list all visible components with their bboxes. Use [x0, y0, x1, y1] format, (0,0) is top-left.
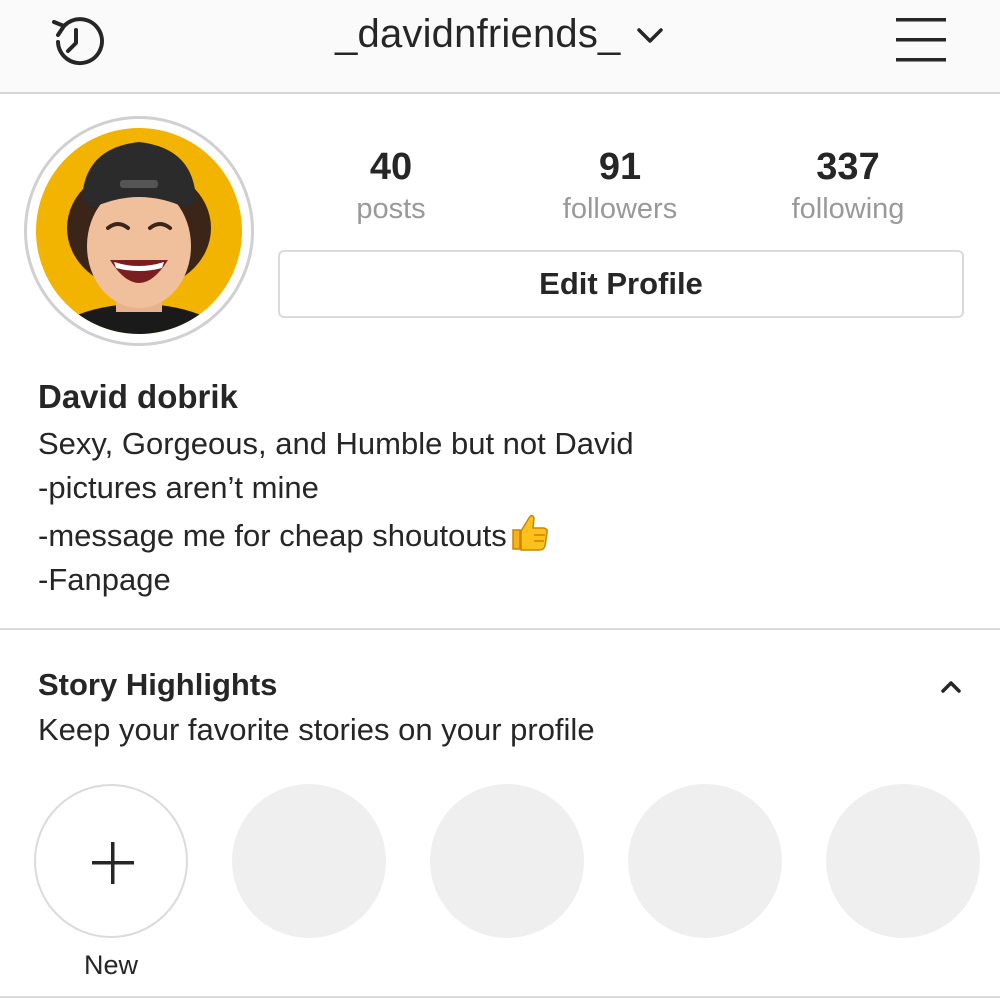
stat-following[interactable]: 337 following	[748, 142, 948, 226]
highlight-placeholder	[826, 784, 980, 938]
following-label: following	[791, 193, 905, 225]
bio-line-4: -Fanpage	[38, 562, 171, 597]
bio-line-3-text: -message me for cheap shoutouts	[38, 518, 507, 553]
posts-count: 40	[369, 146, 413, 188]
avatar[interactable]	[36, 128, 242, 334]
edit-profile-button[interactable]: Edit Profile	[278, 250, 964, 318]
new-highlight-label: New	[83, 950, 138, 980]
highlight-placeholder	[430, 784, 584, 938]
bio-line-3: -message me for cheap shoutouts	[38, 510, 968, 558]
story-highlights-subtitle: Keep your favorite stories on your profi…	[38, 712, 595, 747]
stat-posts[interactable]: 40 posts	[291, 142, 491, 226]
hamburger-menu-icon[interactable]	[892, 14, 952, 66]
following-count: 337	[816, 146, 880, 188]
highlight-placeholder	[232, 784, 386, 938]
posts-label: posts	[356, 193, 426, 225]
highlight-placeholder	[628, 784, 782, 938]
section-divider	[0, 628, 1000, 630]
chevron-up-icon[interactable]	[934, 670, 968, 704]
thumbs-up-emoji-icon	[511, 514, 548, 551]
top-bar: _davidnfriends_	[0, 0, 1000, 94]
account-username[interactable]: _davidnfriends_	[335, 12, 620, 57]
bio-line-1: Sexy, Gorgeous, and Humble but not David	[38, 426, 634, 461]
followers-count: 91	[598, 146, 642, 188]
bottom-divider	[0, 996, 1000, 998]
bio-section: David dobrik Sexy, Gorgeous, and Humble …	[38, 372, 968, 602]
story-highlights-title: Story Highlights	[38, 667, 278, 702]
profile-name: David dobrik	[38, 378, 238, 415]
followers-label: followers	[562, 193, 678, 225]
new-highlight-button[interactable]	[34, 784, 188, 938]
bio-line-2: -pictures aren’t mine	[38, 470, 319, 505]
chevron-down-icon[interactable]	[635, 20, 665, 50]
plus-icon	[92, 842, 134, 884]
stat-followers[interactable]: 91 followers	[520, 142, 720, 226]
